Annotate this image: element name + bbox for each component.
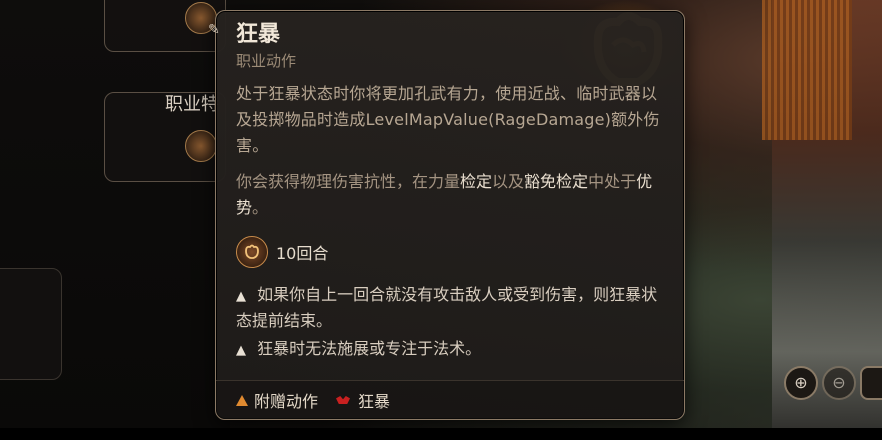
bottom-bar — [0, 428, 882, 440]
keyword-saving-throw[interactable]: 豁免检定 — [524, 172, 588, 191]
tooltip-footer: 附赠动作 狂暴 — [216, 380, 684, 419]
zoom-out-icon[interactable]: ⊖ — [822, 366, 856, 400]
triangle-icon — [236, 394, 248, 406]
left-panel: 职业特 — [0, 0, 230, 440]
ability-slot[interactable] — [0, 268, 62, 380]
warning-text: 如果你自上一回合就没有攻击敌人或受到伤害，则狂暴状态提前结束。 — [236, 285, 658, 330]
action-type-label: 附赠动作 — [254, 392, 319, 411]
action-type-tag: 附赠动作 — [236, 388, 318, 412]
warning-icon: ▲ — [236, 289, 246, 304]
map-button[interactable] — [860, 366, 882, 400]
tooltip-title: 狂暴 — [236, 22, 281, 47]
rage-fist-icon — [236, 236, 268, 268]
duration-text: 10回合 — [276, 244, 329, 263]
rage-resource-icon — [336, 396, 351, 404]
character-cloak — [762, 0, 852, 140]
warning-line: ▲ 狂暴时无法施展或专注于法术。 — [236, 337, 666, 363]
rage-fist-icon — [185, 130, 217, 162]
pin-icon[interactable]: ✎ — [208, 21, 226, 39]
tooltip-subtitle: 职业动作 — [236, 52, 297, 70]
resource-label: 狂暴 — [358, 392, 391, 411]
duration-row: 10回合 — [236, 235, 666, 269]
resource-tag: 狂暴 — [336, 388, 390, 412]
warning-text: 狂暴时无法施展或专注于法术。 — [257, 339, 482, 358]
warning-line: ▲ 如果你自上一回合就没有攻击敌人或受到伤害，则狂暴状态提前结束。 — [236, 283, 666, 333]
tooltip-description: 处于狂暴状态时你将更加孔武有力，使用近战、临时武器以及投掷物品时造成LevelM… — [236, 84, 660, 155]
slot-label: 职业特 — [165, 94, 219, 115]
keyword-check[interactable]: 检定 — [460, 172, 492, 191]
ability-tooltip: ✎ 狂暴 职业动作 处于狂暴状态时你将更加孔武有力，使用近战、临时武器以及投掷物… — [208, 10, 685, 420]
zoom-in-icon[interactable]: ⊕ — [784, 366, 818, 400]
warning-icon: ▲ — [236, 343, 246, 358]
tooltip-effects: 你会获得物理伤害抗性，在力量检定以及豁免检定中处于优势。 — [236, 172, 653, 217]
